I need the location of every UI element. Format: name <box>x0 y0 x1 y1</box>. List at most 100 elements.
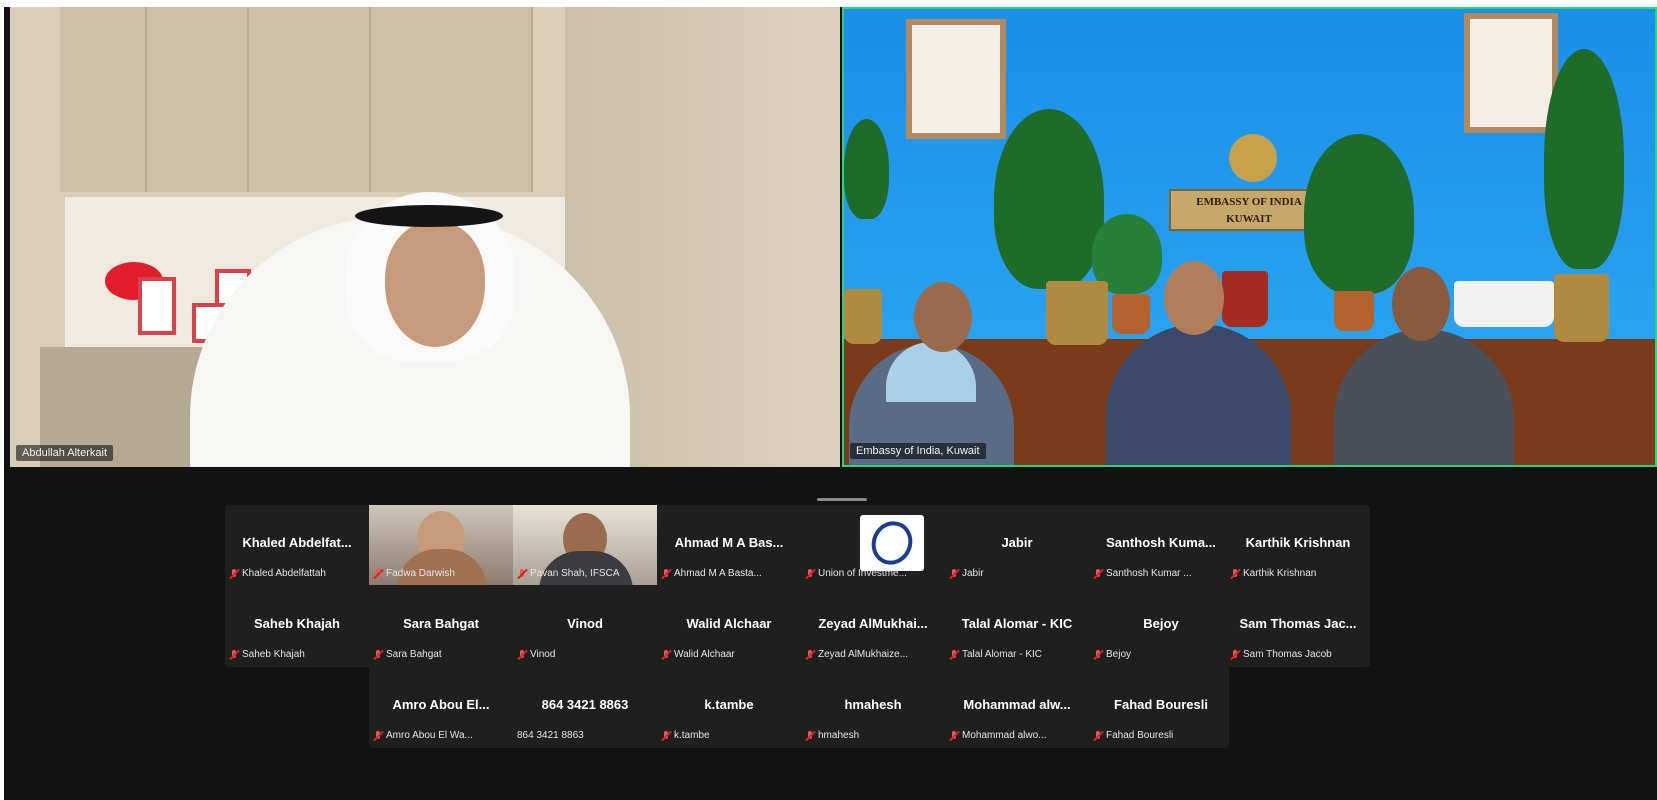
participant-label-text: Vinod <box>530 649 556 660</box>
plant <box>1304 134 1414 294</box>
speaker-name-tag: Embassy of India, Kuwait <box>850 443 986 459</box>
participant-label-text: Jabir <box>962 568 984 579</box>
participant-name: Mohammad alw... <box>963 697 1071 712</box>
mic-muted-icon <box>1230 568 1240 579</box>
resize-handle[interactable] <box>817 498 867 501</box>
participant-tile[interactable]: Karthik Krishnan Karthik Krishnan <box>1226 505 1370 585</box>
book-stand <box>1222 271 1268 327</box>
portrait-frame <box>1464 13 1558 133</box>
clay-pot <box>1112 294 1150 334</box>
face <box>385 222 485 347</box>
speaker-video-abdullah[interactable]: Abdullah Alterkait <box>10 7 840 467</box>
participant-label-text: Amro Abou El Wa... <box>386 730 473 741</box>
participant-label: Saheb Khajah <box>229 649 305 660</box>
participant-label-text: Saheb Khajah <box>242 649 305 660</box>
speaker-name-tag: Abdullah Alterkait <box>16 445 113 461</box>
participant-label: Walid Alchaar <box>661 649 735 660</box>
participant-tile[interactable]: k.tambe k.tambe <box>657 667 801 747</box>
participant-tile[interactable]: Vinod Vinod <box>513 586 657 666</box>
union-of-investment-logo <box>860 515 924 571</box>
participant-label-text: Bejoy <box>1106 649 1132 660</box>
participant-label: hmahesh <box>805 730 859 741</box>
participant-tile-logo[interactable]: Union of Investme... <box>801 505 945 585</box>
mic-muted-icon <box>373 568 383 579</box>
mic-muted-icon <box>229 649 239 660</box>
participant-tile-video[interactable]: Fadwa Darwish <box>369 505 513 585</box>
participant-tile[interactable]: Zeyad AlMukhai... Zeyad AlMukhaize... <box>801 586 945 666</box>
participant-label-text: Union of Investme... <box>818 568 907 579</box>
participant-tile[interactable]: Bejoy Bejoy <box>1089 586 1233 666</box>
participant-label-text: Ahmad M A Basta... <box>674 568 762 579</box>
mic-muted-icon <box>805 649 815 660</box>
participant-tile[interactable]: Saheb Khajah Saheb Khajah <box>225 586 369 666</box>
participant-label: Fahad Bouresli <box>1093 730 1173 741</box>
mic-muted-icon <box>661 649 671 660</box>
mic-muted-icon <box>805 730 815 741</box>
participant-body <box>397 549 487 585</box>
participant-label-text: Sam Thomas Jacob <box>1243 649 1332 660</box>
participant-label: Union of Investme... <box>805 568 907 579</box>
participant-name: hmahesh <box>844 697 902 712</box>
plant <box>1544 49 1624 269</box>
head <box>1164 261 1224 335</box>
mic-muted-icon <box>229 568 239 579</box>
participant-label: k.tambe <box>661 730 710 741</box>
participant-label: Bejoy <box>1093 649 1131 660</box>
participant-name: 864 3421 8863 <box>541 697 629 712</box>
participant-name: Sara Bahgat <box>403 616 479 631</box>
participant-label-text: hmahesh <box>818 730 860 741</box>
participant-label: Ahmad M A Basta... <box>661 568 762 579</box>
participant-tile[interactable]: Talal Alomar - KIC Talal Alomar - KIC <box>945 586 1089 666</box>
participant-label-text: Khaled Abdelfattah <box>242 568 326 579</box>
participant-label: Sara Bahgat <box>373 649 442 660</box>
mic-muted-icon <box>1230 649 1240 660</box>
participant-tile[interactable]: Jabir Jabir <box>945 505 1089 585</box>
participant-name: Jabir <box>1001 535 1033 550</box>
participant-tile[interactable]: Walid Alchaar Walid Alchaar <box>657 586 801 666</box>
brass-pot <box>1554 274 1609 342</box>
participant-tile[interactable]: Mohammad alw... Mohammad alwo... <box>945 667 1089 747</box>
participant-label: Fadwa Darwish <box>373 568 455 579</box>
participant-label-text: Pavan Shah, IFSCA <box>530 568 620 579</box>
speaker-video-embassy[interactable]: EMBASSY OF INDIA KUWAIT Embassy of India… <box>842 7 1657 467</box>
participant-name: Bejoy <box>1143 616 1179 631</box>
participant-name: Ahmad M A Bas... <box>674 535 784 550</box>
portrait-frame <box>906 19 1006 139</box>
participant-tile[interactable]: Sam Thomas Jac... Sam Thomas Jacob <box>1226 586 1370 666</box>
participant-label-text: Zeyad AlMukhaize... <box>818 649 909 660</box>
participant-label-text: Talal Alomar - KIC <box>962 649 1043 660</box>
participant-label: Zeyad AlMukhaize... <box>805 649 908 660</box>
participant-tile[interactable]: Santhosh Kuma... Santhosh Kumar ... <box>1089 505 1233 585</box>
participant-tile-video[interactable]: Pavan Shah, IFSCA <box>513 505 657 585</box>
participant-tile[interactable]: 864 3421 8863 864 3421 8863 <box>513 667 657 747</box>
participant-name: Fahad Bouresli <box>1114 697 1208 712</box>
participant-name: Walid Alchaar <box>686 616 772 631</box>
brass-pot <box>844 289 882 344</box>
participant-label: 864 3421 8863 <box>517 730 584 741</box>
participant-tile[interactable]: Amro Abou El... Amro Abou El Wa... <box>369 667 513 747</box>
participant-label: Jabir <box>949 568 984 579</box>
participant-tile[interactable]: Sara Bahgat Sara Bahgat <box>369 586 513 666</box>
cabinet-panel <box>60 7 147 192</box>
mic-muted-icon <box>661 730 671 741</box>
mic-muted-icon <box>373 730 383 741</box>
participant-name: Amro Abou El... <box>392 697 490 712</box>
clay-pot <box>1334 291 1374 331</box>
brass-pot <box>1046 281 1108 345</box>
participant-label-text: Mohammad alwo... <box>962 730 1047 741</box>
participant-label: Pavan Shah, IFSCA <box>517 568 620 579</box>
participant-label-text: Walid Alchaar <box>674 649 735 660</box>
photo-frame <box>138 277 176 335</box>
participant-name: Saheb Khajah <box>254 616 340 631</box>
agal-band <box>355 205 503 227</box>
participant-label: Khaled Abdelfattah <box>229 568 326 579</box>
plant <box>844 119 889 219</box>
participant-tile[interactable]: Fahad Bouresli Fahad Bouresli <box>1089 667 1233 747</box>
participant-tile[interactable]: hmahesh hmahesh <box>801 667 945 747</box>
mic-muted-icon <box>517 649 527 660</box>
participant-tile[interactable]: Khaled Abdelfat... Khaled Abdelfattah <box>225 505 369 585</box>
cabinet-panel <box>249 7 371 192</box>
plant <box>994 109 1104 289</box>
participant-tile[interactable]: Ahmad M A Bas... Ahmad M A Basta... <box>657 505 801 585</box>
head <box>914 282 972 352</box>
